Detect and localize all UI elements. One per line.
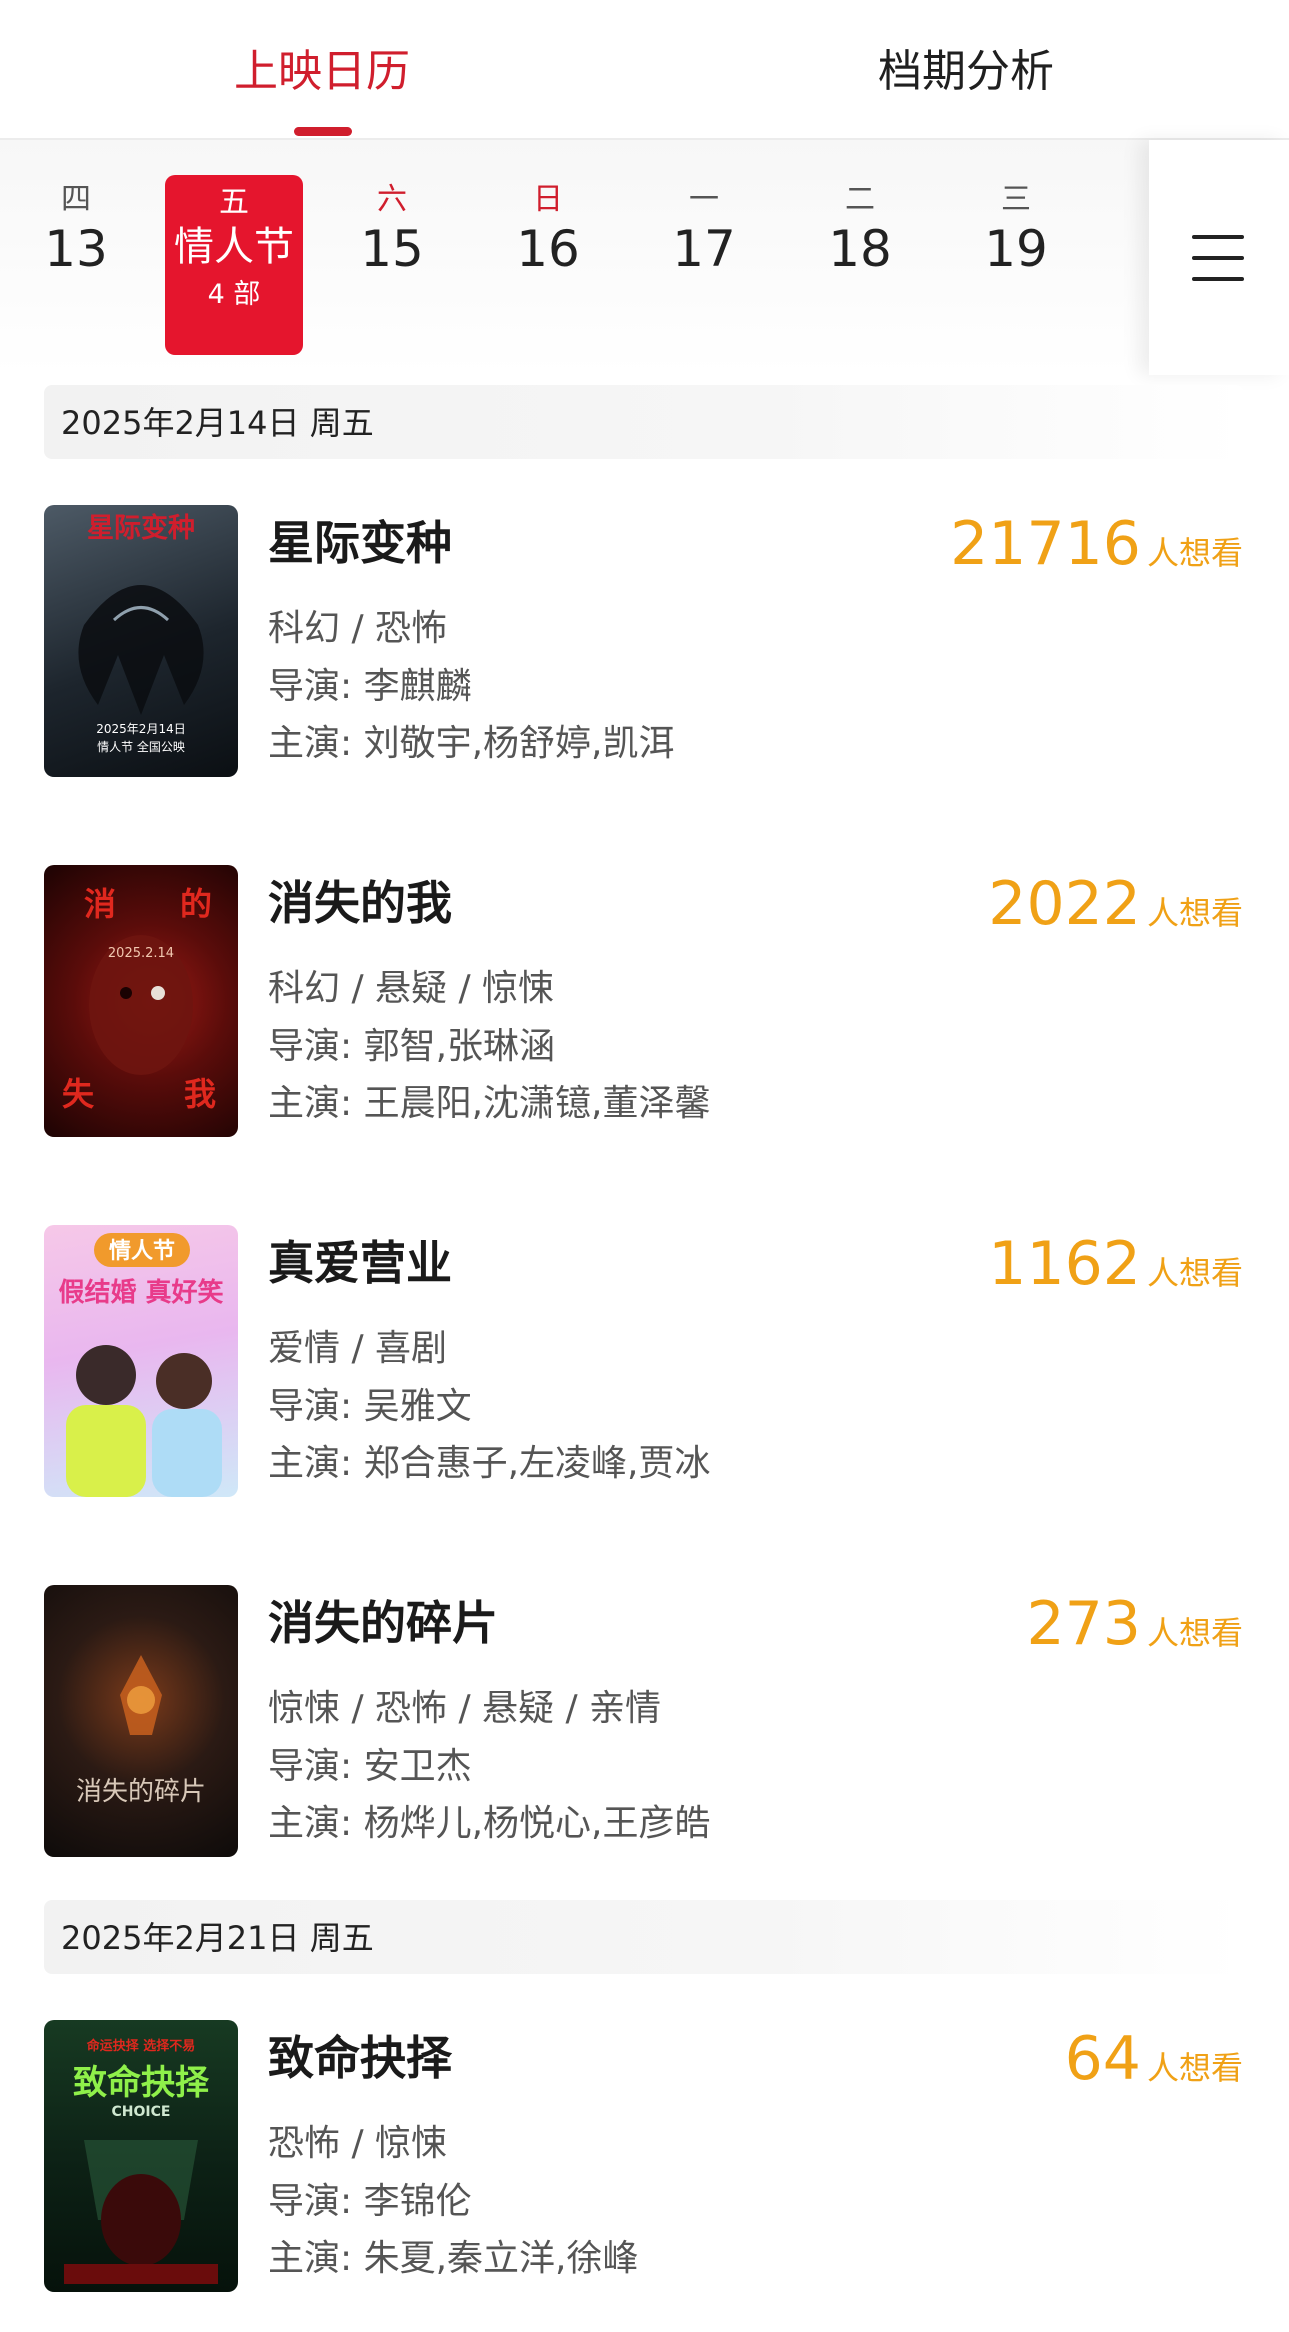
- want-label: 人想看: [1146, 1254, 1243, 1292]
- movie-poster[interactable]: 消失的碎片: [44, 1585, 238, 1857]
- movie-cast: 主演: 杨烨儿,杨悦心,王彦皓: [268, 1803, 711, 1844]
- want-label: 人想看: [1146, 894, 1243, 932]
- weekday-label: 六: [377, 182, 407, 217]
- want-count: 273: [1026, 1589, 1141, 1659]
- want-count: 64: [1064, 2024, 1141, 2094]
- movie-item[interactable]: 星际变种 2025年2月14日 情人节 全国公映 星际变种 21716 人想看 科…: [0, 505, 1289, 777]
- day-number: 15: [360, 220, 424, 278]
- svg-text:我: 我: [184, 1075, 216, 1113]
- movie-item[interactable]: 情人节 假结婚 真好笑 真爱营业 1162 人想看 爱情 / 喜剧 导演: 吴雅文…: [0, 1225, 1289, 1497]
- section-date: 2025年2月14日 周五: [61, 404, 374, 442]
- movie-item[interactable]: 命运抉择 选择不易 致命抉择 CHOICE 致命抉择 64 人想看 恐怖 / 惊悚…: [0, 2020, 1289, 2292]
- day-17[interactable]: 一 17: [634, 172, 774, 312]
- poster-title: 消失的碎片: [76, 1777, 206, 1807]
- movie-count: 4 部: [207, 279, 261, 310]
- want-label: 人想看: [1146, 2049, 1243, 2087]
- poster-title: 星际变种: [87, 512, 195, 544]
- section-date: 2025年2月21日 周五: [61, 1919, 374, 1957]
- movie-item[interactable]: 消失的碎片 消失的碎片 273 人想看 惊悚 / 恐怖 / 悬疑 / 亲情 导演:…: [0, 1585, 1289, 1857]
- movie-title: 真爱营业: [268, 1236, 452, 1290]
- svg-text:2025年2月14日: 2025年2月14日: [96, 722, 185, 736]
- weekday-label: 四: [61, 182, 91, 217]
- svg-text:命运抉择 选择不易: 命运抉择 选择不易: [86, 2038, 196, 2054]
- day-15[interactable]: 六 15: [322, 172, 462, 312]
- date-section-header: 2025年2月21日 周五: [44, 1900, 1244, 1974]
- want-label: 人想看: [1146, 1614, 1243, 1652]
- day-number: 13: [44, 220, 108, 278]
- menu-panel: [1149, 140, 1289, 375]
- day-16[interactable]: 日 16: [478, 172, 618, 312]
- day-number: 18: [828, 220, 892, 278]
- want-to-see: 2022 人想看: [988, 869, 1243, 939]
- active-tab-indicator: [294, 127, 352, 136]
- weekday-label: 日: [533, 182, 563, 217]
- poster-slogan: 假结婚 真好笑: [58, 1277, 223, 1308]
- poster-badge: 情人节: [109, 1238, 175, 1264]
- svg-text:情人节 全国公映: 情人节 全国公映: [97, 739, 185, 754]
- weekday-label: 三: [1001, 182, 1031, 217]
- movie-title: 星际变种: [268, 516, 452, 570]
- movie-genre: 科幻 / 悬疑 / 惊悚: [268, 968, 555, 1009]
- want-to-see: 273 人想看: [1026, 1589, 1243, 1659]
- want-label: 人想看: [1146, 534, 1243, 572]
- movie-cast: 主演: 刘敬宇,杨舒婷,凯洱: [268, 723, 675, 764]
- day-number: 19: [984, 220, 1048, 278]
- want-count: 2022: [988, 869, 1141, 939]
- tab-release-calendar[interactable]: 上映日历: [234, 44, 410, 100]
- movie-genre: 恐怖 / 惊悚: [268, 2123, 448, 2164]
- movie-cast: 主演: 王晨阳,沈潇镱,董泽馨: [268, 1083, 711, 1124]
- day-13[interactable]: 四 13: [6, 172, 146, 312]
- movie-poster[interactable]: 星际变种 2025年2月14日 情人节 全国公映: [44, 505, 238, 777]
- svg-text:的: 的: [180, 885, 212, 923]
- movie-cast: 主演: 郑合惠子,左凌峰,贾冰: [268, 1443, 711, 1484]
- tab-schedule-analysis[interactable]: 档期分析: [878, 44, 1054, 100]
- movie-director: 导演: 李锦伦: [268, 2181, 472, 2222]
- day-14-selected[interactable]: 五 情人节 4 部: [165, 175, 303, 355]
- poster-title: 致命抉择: [73, 2063, 210, 2103]
- movie-poster[interactable]: 情人节 假结婚 真好笑: [44, 1225, 238, 1497]
- want-count: 21716: [950, 509, 1141, 579]
- date-section-header: 2025年2月14日 周五: [44, 385, 1244, 459]
- want-to-see: 1162 人想看: [988, 1229, 1243, 1299]
- movie-genre: 惊悚 / 恐怖 / 悬疑 / 亲情: [268, 1688, 662, 1729]
- day-19[interactable]: 三 19: [946, 172, 1086, 312]
- day-18[interactable]: 二 18: [790, 172, 930, 312]
- holiday-label: 情人节: [174, 224, 294, 270]
- movie-director: 导演: 吴雅文: [268, 1386, 472, 1427]
- poster-sub: CHOICE: [112, 2104, 171, 2120]
- movie-title: 消失的我: [268, 876, 452, 930]
- movie-genre: 科幻 / 恐怖: [268, 608, 448, 649]
- movie-poster[interactable]: 命运抉择 选择不易 致命抉择 CHOICE: [44, 2020, 238, 2292]
- movie-director: 导演: 安卫杰: [268, 1746, 472, 1787]
- poster-sub: 2025.2.14: [108, 946, 174, 961]
- want-to-see: 64 人想看: [1065, 2024, 1243, 2094]
- date-strip: 四 13 五 情人节 4 部 六 15 日 16 一 17 二 18 三 19: [0, 140, 1289, 375]
- movie-director: 导演: 郭智,张琳涵: [268, 1026, 556, 1067]
- weekday-label: 一: [689, 182, 719, 217]
- movie-title: 致命抉择: [268, 2031, 452, 2085]
- movie-title: 消失的碎片: [268, 1596, 498, 1650]
- movie-item[interactable]: 消 的 失 我 2025.2.14 消失的我 2022 人想看 科幻 / 悬疑 /…: [0, 865, 1289, 1137]
- day-number: 16: [516, 220, 580, 278]
- weekday-label: 二: [845, 182, 875, 217]
- top-tab-bar: 上映日历 档期分析: [0, 0, 1289, 140]
- menu-icon[interactable]: [1192, 235, 1244, 281]
- want-count: 1162: [988, 1229, 1141, 1299]
- svg-text:失: 失: [62, 1075, 95, 1113]
- day-number: 17: [672, 220, 736, 278]
- want-to-see: 21716 人想看: [950, 509, 1243, 579]
- svg-text:消: 消: [84, 885, 116, 923]
- weekday-label: 五: [219, 185, 249, 220]
- movie-cast: 主演: 朱夏,秦立洋,徐峰: [268, 2238, 639, 2279]
- movie-poster[interactable]: 消 的 失 我 2025.2.14: [44, 865, 238, 1137]
- movie-genre: 爱情 / 喜剧: [268, 1328, 448, 1369]
- movie-director: 导演: 李麒麟: [268, 666, 472, 707]
